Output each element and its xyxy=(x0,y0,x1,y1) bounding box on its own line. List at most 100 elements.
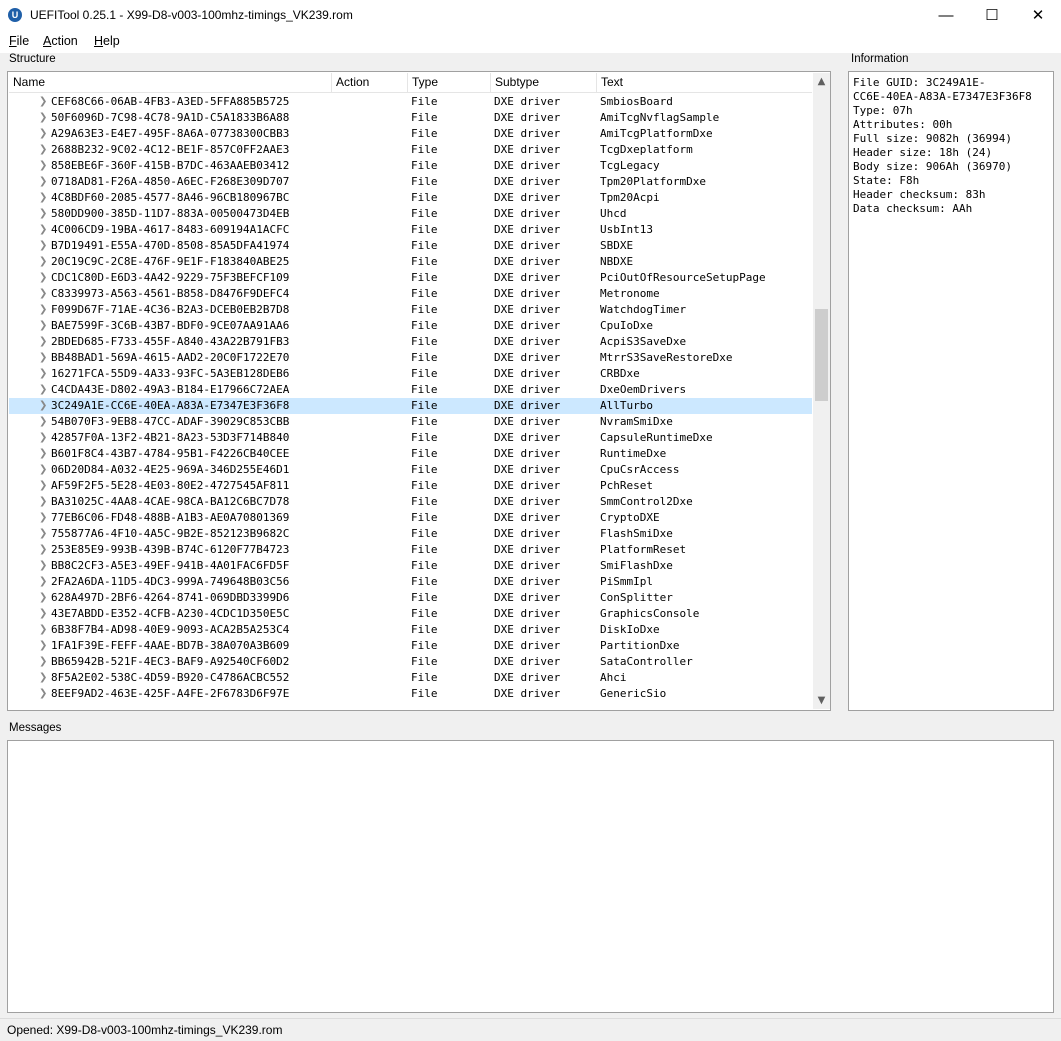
tree-row[interactable]: ❯ A29A63E3-E4E7-495F-8A6A-07738300CBB3 Fil… xyxy=(9,126,812,142)
chevron-right-icon[interactable]: ❯ xyxy=(39,334,47,350)
chevron-right-icon[interactable]: ❯ xyxy=(39,670,47,686)
tree-row[interactable]: ❯ BAE7599F-3C6B-43B7-BDF0-9CE07AA91AA6 Fil… xyxy=(9,318,812,334)
chevron-right-icon[interactable]: ❯ xyxy=(39,686,47,702)
maximize-button[interactable]: ☐ xyxy=(969,0,1015,31)
chevron-right-icon[interactable]: ❯ xyxy=(39,222,47,238)
tree-row[interactable]: ❯ 16271FCA-55D9-4A33-93FC-5A3EB128DEB6 Fil… xyxy=(9,366,812,382)
chevron-right-icon[interactable]: ❯ xyxy=(39,382,47,398)
chevron-right-icon[interactable]: ❯ xyxy=(39,142,47,158)
chevron-right-icon[interactable]: ❯ xyxy=(39,206,47,222)
tree-row[interactable]: ❯ 43E7ABDD-E352-4CFB-A230-4CDC1D350E5C Fil… xyxy=(9,606,812,622)
minimize-button[interactable]: — xyxy=(923,0,969,31)
tree-row[interactable]: ❯ 77EB6C06-FD48-488B-A1B3-AE0A70801369 Fil… xyxy=(9,510,812,526)
tree-row[interactable]: ❯ 20C19C9C-2C8E-476F-9E1F-F183840ABE25 Fil… xyxy=(9,254,812,270)
chevron-right-icon[interactable]: ❯ xyxy=(39,638,47,654)
tree-row[interactable]: ❯ BA31025C-4AA8-4CAE-98CA-BA12C6BC7D78 Fil… xyxy=(9,494,812,510)
chevron-right-icon[interactable]: ❯ xyxy=(39,446,47,462)
tree-row[interactable]: ❯ B601F8C4-43B7-4784-95B1-F4226CB40CEE Fil… xyxy=(9,446,812,462)
tree-row[interactable]: ❯ 4C8BDF60-2085-4577-8A46-96CB180967BC Fil… xyxy=(9,190,812,206)
chevron-right-icon[interactable]: ❯ xyxy=(39,414,47,430)
chevron-right-icon[interactable]: ❯ xyxy=(39,478,47,494)
chevron-right-icon[interactable]: ❯ xyxy=(39,622,47,638)
tree-row[interactable]: ❯ 580DD900-385D-11D7-883A-00500473D4EB Fil… xyxy=(9,206,812,222)
tree-row[interactable]: ❯ 2FA2A6DA-11D5-4DC3-999A-749648B03C56 Fil… xyxy=(9,574,812,590)
structure-tree[interactable]: Name Action Type Subtype Text ❯ CEF68C66-… xyxy=(7,71,831,711)
chevron-right-icon[interactable]: ❯ xyxy=(39,286,47,302)
chevron-right-icon[interactable]: ❯ xyxy=(39,542,47,558)
tree-row[interactable]: ❯ 2BDED685-F733-455F-A840-43A22B791FB3 Fil… xyxy=(9,334,812,350)
row-name: BB48BAD1-569A-4615-AAD2-20C0F1722E70 xyxy=(51,351,290,364)
tree-row[interactable]: ❯ BB48BAD1-569A-4615-AAD2-20C0F1722E70 Fil… xyxy=(9,350,812,366)
structure-scrollbar[interactable]: ▲ ▼ xyxy=(813,73,830,709)
row-name: 16271FCA-55D9-4A33-93FC-5A3EB128DEB6 xyxy=(51,367,290,380)
information-panel[interactable]: File GUID: 3C249A1E- CC6E-40EA-A83A-E734… xyxy=(848,71,1054,711)
chevron-right-icon[interactable]: ❯ xyxy=(39,558,47,574)
chevron-right-icon[interactable]: ❯ xyxy=(39,398,47,414)
chevron-right-icon[interactable]: ❯ xyxy=(39,238,47,254)
tree-row[interactable]: ❯ 3C249A1E-CC6E-40EA-A83A-E7347E3F36F8 Fil… xyxy=(9,398,812,414)
scroll-thumb[interactable] xyxy=(815,309,828,401)
close-button[interactable]: ✕ xyxy=(1015,0,1061,31)
chevron-right-icon[interactable]: ❯ xyxy=(39,174,47,190)
chevron-right-icon[interactable]: ❯ xyxy=(39,574,47,590)
scroll-up-icon[interactable]: ▲ xyxy=(813,73,830,90)
tree-row[interactable]: ❯ 2688B232-9C02-4C12-BE1F-857C0FF2AAE3 Fil… xyxy=(9,142,812,158)
chevron-right-icon[interactable]: ❯ xyxy=(39,126,47,142)
tree-row[interactable]: ❯ 628A497D-2BF6-4264-8741-069DBD3399D6 Fil… xyxy=(9,590,812,606)
tree-row[interactable]: ❯ 8F5A2E02-538C-4D59-B920-C4786ACBC552 Fil… xyxy=(9,670,812,686)
row-type: File xyxy=(411,607,438,620)
tree-row[interactable]: ❯ C8339973-A563-4561-B858-D8476F9DEFC4 Fil… xyxy=(9,286,812,302)
chevron-right-icon[interactable]: ❯ xyxy=(39,526,47,542)
menu-help[interactable]: Help xyxy=(94,34,120,48)
column-type[interactable]: Type xyxy=(408,73,491,92)
tree-row[interactable]: ❯ 42857F0A-13F2-4B21-8A23-53D3F714B840 Fil… xyxy=(9,430,812,446)
information-text: File GUID: 3C249A1E- CC6E-40EA-A83A-E734… xyxy=(853,76,1032,215)
chevron-right-icon[interactable]: ❯ xyxy=(39,606,47,622)
chevron-right-icon[interactable]: ❯ xyxy=(39,190,47,206)
tree-row[interactable]: ❯ BB65942B-521F-4EC3-BAF9-A92540CF60D2 Fil… xyxy=(9,654,812,670)
scroll-down-icon[interactable]: ▼ xyxy=(813,692,830,709)
tree-row[interactable]: ❯ 8EEF9AD2-463E-425F-A4FE-2F6783D6F97E Fil… xyxy=(9,686,812,702)
chevron-right-icon[interactable]: ❯ xyxy=(39,494,47,510)
chevron-right-icon[interactable]: ❯ xyxy=(39,430,47,446)
chevron-right-icon[interactable]: ❯ xyxy=(39,110,47,126)
chevron-right-icon[interactable]: ❯ xyxy=(39,654,47,670)
tree-row[interactable]: ❯ 4C006CD9-19BA-4617-8483-609194A1ACFC Fil… xyxy=(9,222,812,238)
tree-row[interactable]: ❯ 0718AD81-F26A-4850-A6EC-F268E309D707 Fil… xyxy=(9,174,812,190)
chevron-right-icon[interactable]: ❯ xyxy=(39,366,47,382)
column-action[interactable]: Action xyxy=(332,73,408,92)
row-name: 2BDED685-F733-455F-A840-43A22B791FB3 xyxy=(51,335,290,348)
chevron-right-icon[interactable]: ❯ xyxy=(39,270,47,286)
column-subtype[interactable]: Subtype xyxy=(491,73,597,92)
row-text: PartitionDxe xyxy=(600,639,680,652)
tree-row[interactable]: ❯ 54B070F3-9EB8-47CC-ADAF-39029C853CBB Fil… xyxy=(9,414,812,430)
tree-row[interactable]: ❯ 755877A6-4F10-4A5C-9B2E-852123B9682C Fil… xyxy=(9,526,812,542)
chevron-right-icon[interactable]: ❯ xyxy=(39,350,47,366)
tree-row[interactable]: ❯ 858EBE6F-360F-415B-B7DC-463AAEB03412 Fil… xyxy=(9,158,812,174)
tree-row[interactable]: ❯ BB8C2CF3-A5E3-49EF-941B-4A01FAC6FD5F Fil… xyxy=(9,558,812,574)
tree-row[interactable]: ❯ C4CDA43E-D802-49A3-B184-E17966C72AEA Fil… xyxy=(9,382,812,398)
tree-row[interactable]: ❯ CEF68C66-06AB-4FB3-A3ED-5FFA885B5725 Fil… xyxy=(9,94,812,110)
chevron-right-icon[interactable]: ❯ xyxy=(39,510,47,526)
chevron-right-icon[interactable]: ❯ xyxy=(39,462,47,478)
tree-row[interactable]: ❯ 1FA1F39E-FEFF-4AAE-BD7B-38A070A3B609 Fil… xyxy=(9,638,812,654)
chevron-right-icon[interactable]: ❯ xyxy=(39,590,47,606)
chevron-right-icon[interactable]: ❯ xyxy=(39,318,47,334)
tree-row[interactable]: ❯ 253E85E9-993B-439B-B74C-6120F77B4723 Fil… xyxy=(9,542,812,558)
tree-row[interactable]: ❯ CDC1C80D-E6D3-4A42-9229-75F3BEFCF109 Fil… xyxy=(9,270,812,286)
menu-action[interactable]: Action xyxy=(43,34,78,48)
chevron-right-icon[interactable]: ❯ xyxy=(39,302,47,318)
tree-row[interactable]: ❯ 06D20D84-A032-4E25-969A-346D255E46D1 Fil… xyxy=(9,462,812,478)
tree-row[interactable]: ❯ 50F6096D-7C98-4C78-9A1D-C5A1833B6A88 Fil… xyxy=(9,110,812,126)
tree-row[interactable]: ❯ B7D19491-E55A-470D-8508-85A5DFA41974 Fil… xyxy=(9,238,812,254)
column-name[interactable]: Name xyxy=(9,73,332,92)
messages-list[interactable] xyxy=(7,740,1054,1013)
tree-row[interactable]: ❯ 6B38F7B4-AD98-40E9-9093-ACA2B5A253C4 Fil… xyxy=(9,622,812,638)
tree-row[interactable]: ❯ AF59F2F5-5E28-4E03-80E2-4727545AF811 Fil… xyxy=(9,478,812,494)
menu-file[interactable]: File xyxy=(9,34,29,48)
chevron-right-icon[interactable]: ❯ xyxy=(39,158,47,174)
column-text[interactable]: Text xyxy=(597,73,814,92)
chevron-right-icon[interactable]: ❯ xyxy=(39,94,47,110)
chevron-right-icon[interactable]: ❯ xyxy=(39,254,47,270)
tree-row[interactable]: ❯ F099D67F-71AE-4C36-B2A3-DCEB0EB2B7D8 Fil… xyxy=(9,302,812,318)
